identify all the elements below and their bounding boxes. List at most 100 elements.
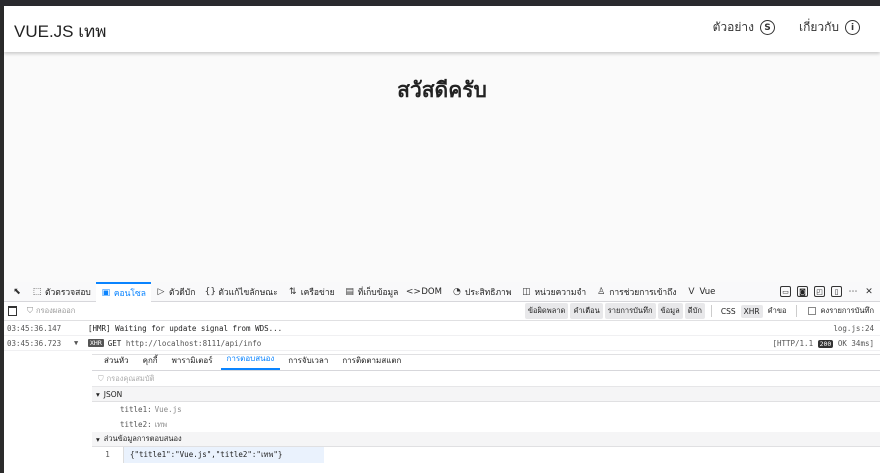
filter-warnings-button[interactable]: คำเตือน xyxy=(570,303,603,319)
tab-debugger[interactable]: ▷ ตัวดีบัก xyxy=(151,282,200,302)
collapse-triangle-icon: ▾ xyxy=(96,389,100,399)
filter-placeholder: กรองผลออก xyxy=(36,306,76,315)
request-url[interactable]: http://localhost:8111/api/info xyxy=(126,339,261,348)
console-filterbar: ⛉ กรองผลออก ข้อผิดพลาด คำเตือน รายการบันท… xyxy=(4,302,880,321)
devtools-tabbar: ⬉ ⬚ ตัวตรวจสอบ ▣ คอนโซล ▷ ตัวดีบัก {} ตัวแก้… xyxy=(4,281,880,302)
log-source-link[interactable]: log.js:24 xyxy=(833,324,874,333)
persist-logs-checkbox[interactable] xyxy=(807,307,816,315)
close-icon[interactable]: ✕ xyxy=(864,287,874,297)
network-arrows-icon: ⇅ xyxy=(288,286,297,297)
xhr-tabs: ส่วนหัว คุกกี้ พารามิเตอร์ การตอบสนอง กา… xyxy=(92,352,880,371)
nav-item-about[interactable]: เกี่ยวกับ i xyxy=(799,18,860,37)
persist-logs-label: คงรายการบันทึก xyxy=(820,306,874,315)
request-status: [HTTP/1.1 200 OK 34ms] xyxy=(772,339,874,348)
filter-requests-button[interactable]: คำขอ xyxy=(765,303,790,319)
xhr-tab-stack-trace[interactable]: การติดตามสแตก xyxy=(336,354,407,370)
properties-filter-placeholder: กรองคุณสมบัติ xyxy=(106,373,155,383)
tab-label: ที่เก็บข้อมูล xyxy=(357,287,399,298)
log-message: [HMR] Waiting for update signal from WDS… xyxy=(88,323,283,333)
filter-xhr-button[interactable]: XHR xyxy=(740,304,763,318)
tab-inspector[interactable]: ⬚ ตัวตรวจสอบ xyxy=(27,282,96,302)
filter-logs-button[interactable]: รายการบันทึก xyxy=(604,303,656,319)
tab-label: การช่วยการเข้าถึง xyxy=(609,287,677,298)
nav-menu: ตัวอย่าง S เกี่ยวกับ i xyxy=(713,18,860,37)
xhr-tab-response[interactable]: การตอบสนอง xyxy=(220,352,281,370)
tab-performance[interactable]: ◔ ประสิทธิภาพ xyxy=(447,282,516,302)
console-row: 03:45:36.147 [HMR] Waiting for update si… xyxy=(4,321,880,336)
filter-css-button[interactable]: CSS xyxy=(718,305,739,318)
app-header: VUE.JS เทพ ตัวอย่าง S เกี่ยวกับ i xyxy=(4,6,880,52)
filter-debug-button[interactable]: ดีบัก xyxy=(684,303,705,319)
gauge-icon: ◔ xyxy=(453,286,461,297)
json-key: title1: xyxy=(120,405,152,414)
tab-console[interactable]: ▣ คอนโซล xyxy=(95,281,151,302)
xhr-tab-params[interactable]: พารามิเตอร์ xyxy=(166,354,219,370)
json-field: title2: เทพ xyxy=(92,417,880,432)
log-level-filters: ข้อผิดพลาด คำเตือน รายการบันทึก ข้อมูล ด… xyxy=(524,303,880,319)
filter-funnel-icon: ⛉ xyxy=(98,373,104,383)
console-row-xhr[interactable]: 03:45:36.723 ▼ XHR GET http://localhost:… xyxy=(4,336,880,351)
inspector-icon: ⬚ xyxy=(32,286,42,297)
dollar-circle-icon: S xyxy=(759,20,775,35)
tab-label: ตัวตรวจสอบ xyxy=(45,287,91,298)
tab-dom[interactable]: <> DOM xyxy=(403,282,447,302)
tab-network[interactable]: ⇅ เครือข่าย xyxy=(283,282,340,302)
json-value: Vue.js xyxy=(154,405,182,414)
xhr-details-panel: ส่วนหัว คุกกี้ พารามิเตอร์ การตอบสนอง กา… xyxy=(92,354,880,463)
memory-chip-icon: ◫ xyxy=(522,286,531,297)
json-value: เทพ xyxy=(154,419,168,429)
console-icon: ▣ xyxy=(101,287,111,298)
brand-title[interactable]: VUE.JS เทพ xyxy=(14,18,106,45)
status-code-badge: 200 xyxy=(817,339,834,348)
filter-funnel-icon: ⛉ xyxy=(27,306,33,315)
properties-filter-input[interactable]: ⛉ กรองคุณสมบัติ xyxy=(92,371,880,387)
greeting-heading: สวัสดีครับ xyxy=(397,78,487,102)
xhr-tab-cookies[interactable]: คุกกี้ xyxy=(137,354,164,370)
braces-icon: {} xyxy=(204,286,217,297)
clear-console-icon[interactable] xyxy=(8,306,17,316)
tab-label: ประสิทธิภาพ xyxy=(464,287,512,298)
tab-accessibility[interactable]: ♙ การช่วยการเข้าถึง xyxy=(591,282,681,302)
tab-storage[interactable]: ▤ ที่เก็บข้อมูล xyxy=(340,282,404,302)
payload-section-title: ส่วนข้อมูลการตอบสนอง xyxy=(103,434,182,443)
xhr-tab-headers[interactable]: ส่วนหัว xyxy=(98,354,135,370)
nav-item-examples[interactable]: ตัวอย่าง S xyxy=(713,18,775,37)
filter-errors-button[interactable]: ข้อผิดพลาด xyxy=(524,303,569,319)
code-brackets-icon: <> xyxy=(405,286,421,297)
json-section-header[interactable]: ▾ JSON xyxy=(92,387,880,402)
nav-label-about: เกี่ยวกับ xyxy=(798,20,839,34)
collapse-triangle-icon: ▾ xyxy=(96,434,100,444)
json-field: title1: Vue.js xyxy=(92,402,880,417)
tab-label: ตัวแก้ไขลักษณะ xyxy=(218,287,278,298)
payload-code-line: 1 {"title1":"Vue.js","title2":"เทพ"} xyxy=(92,447,880,463)
tab-label: ตัวดีบัก xyxy=(168,287,196,298)
xhr-tab-timings[interactable]: การจับเวลา xyxy=(282,354,334,370)
tab-style-editor[interactable]: {} ตัวแก้ไขลักษณะ xyxy=(200,282,282,302)
filter-info-button[interactable]: ข้อมูล xyxy=(657,303,683,319)
nav-label-examples: ตัวอย่าง xyxy=(712,20,754,34)
status-text: OK 34ms] xyxy=(837,338,874,348)
expand-triangle-icon[interactable]: ▼ xyxy=(74,339,88,347)
tab-vue[interactable]: V Vue xyxy=(681,282,720,302)
divider xyxy=(710,305,712,317)
tab-label: DOM xyxy=(421,286,442,297)
json-key: title2: xyxy=(120,420,152,429)
frame-select-icon[interactable]: ▭ xyxy=(780,286,791,297)
screenshot-icon[interactable]: ◙ xyxy=(797,286,808,297)
more-options-icon[interactable]: ⋯ xyxy=(848,287,858,297)
tab-label: หน่วยความจำ xyxy=(534,287,587,298)
line-number: 1 xyxy=(92,447,124,463)
tab-memory[interactable]: ◫ หน่วยความจำ xyxy=(516,282,591,302)
xhr-badge: XHR xyxy=(88,339,104,347)
tab-label: คอนโซล xyxy=(113,288,146,299)
dock-icon[interactable]: ▯ xyxy=(831,286,842,297)
pick-element-button[interactable]: ⬉ xyxy=(7,282,27,302)
payload-code[interactable]: {"title1":"Vue.js","title2":"เทพ"} xyxy=(124,447,324,463)
responsive-mode-icon[interactable]: ◰ xyxy=(814,286,825,297)
info-circle-icon: i xyxy=(845,20,860,35)
devtools-panel: ⬉ ⬚ ตัวตรวจสอบ ▣ คอนโซล ▷ ตัวดีบัก {} ตัวแก้… xyxy=(4,281,880,473)
request-method: GET xyxy=(107,338,122,348)
console-filter-input[interactable]: ⛉ กรองผลออก xyxy=(27,305,75,317)
payload-section-header[interactable]: ▾ ส่วนข้อมูลการตอบสนอง xyxy=(92,432,880,447)
log-timestamp: 03:45:36.723 xyxy=(7,338,62,348)
